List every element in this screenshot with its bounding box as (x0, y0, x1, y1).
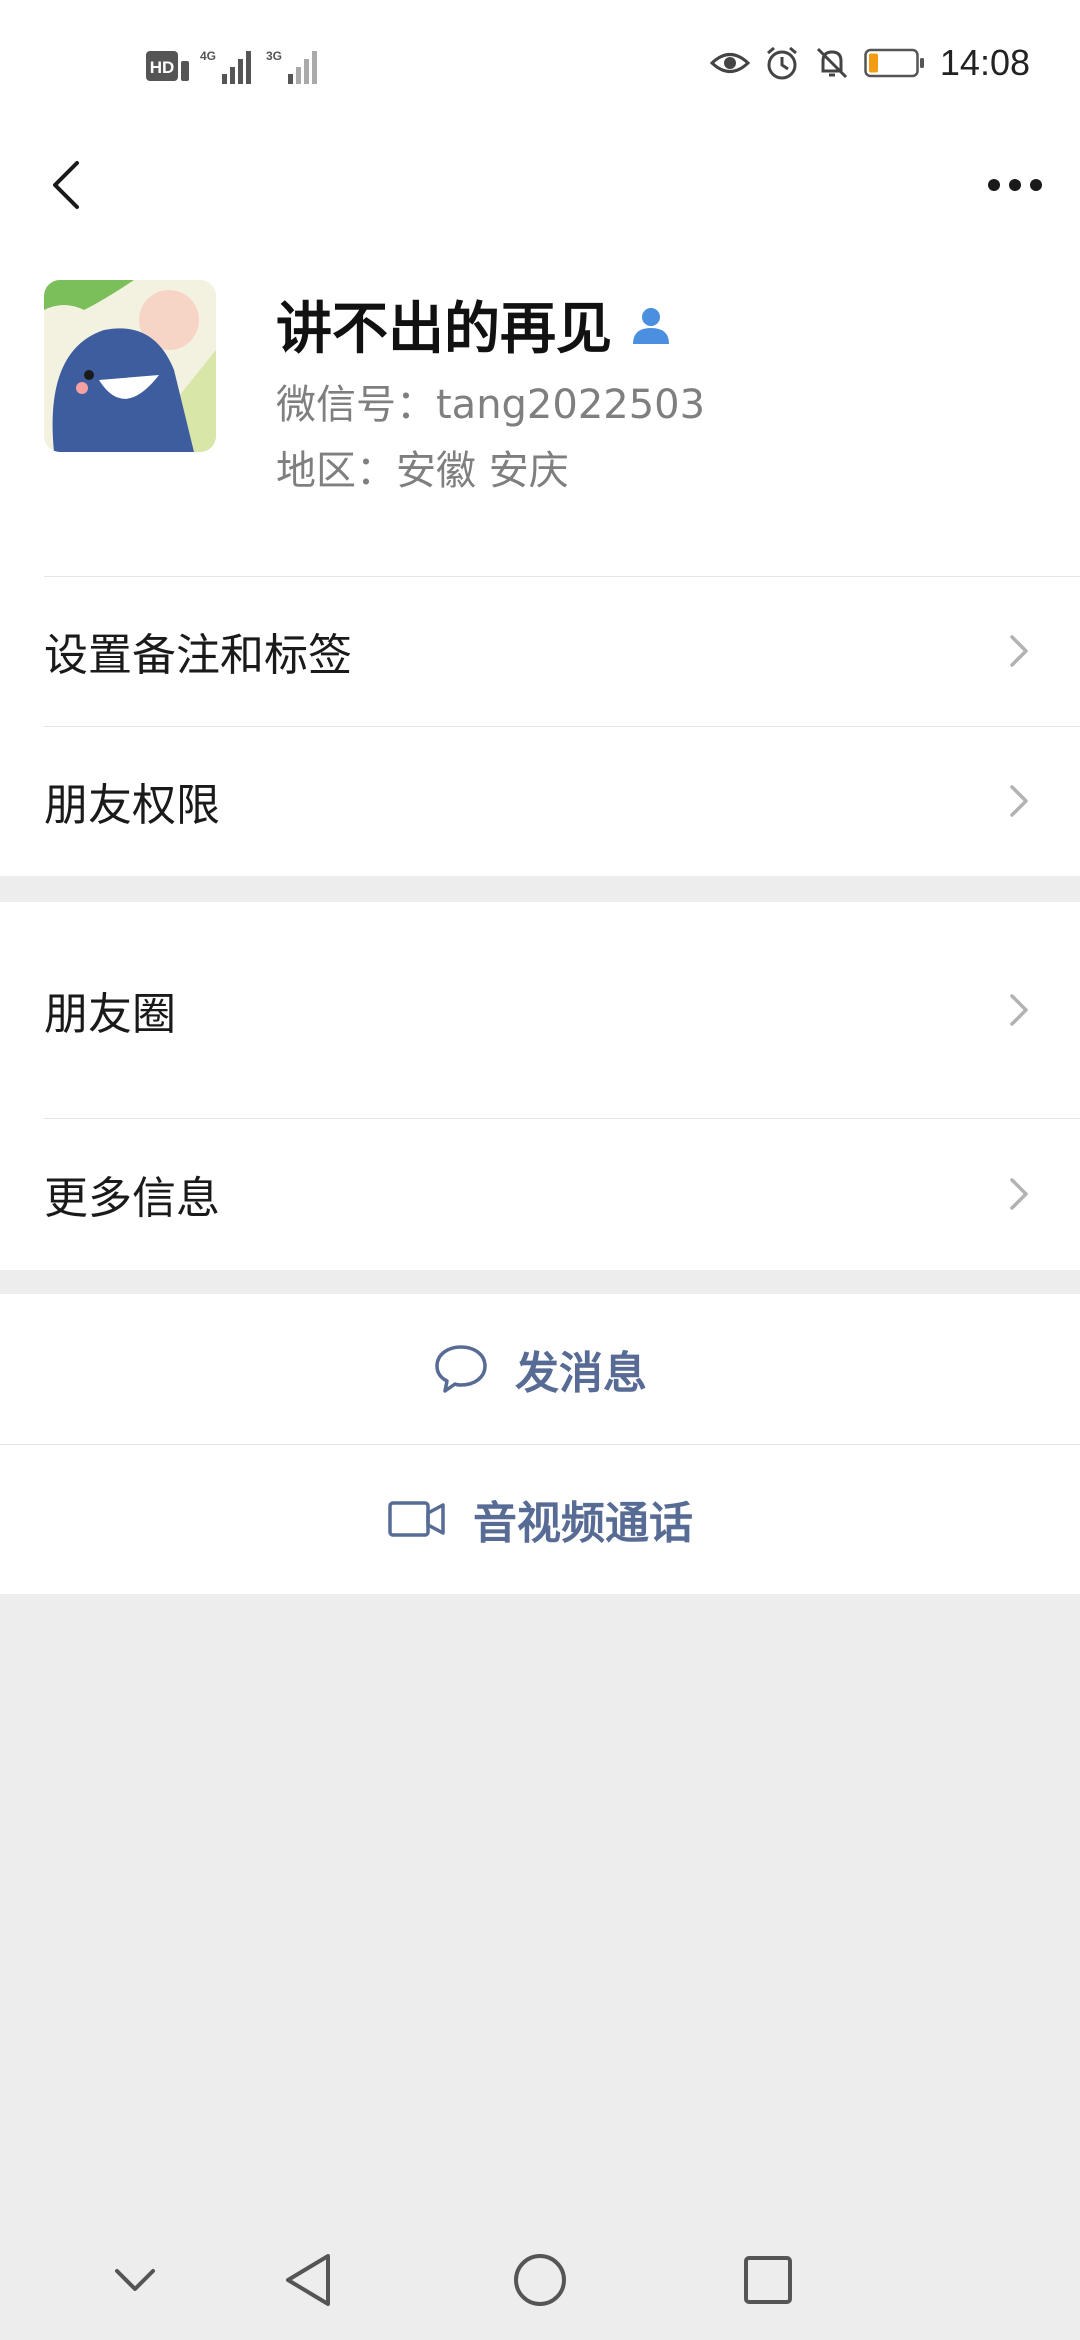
system-navigation-bar (0, 2220, 1080, 2340)
menu-item-moments[interactable]: 朋友圈 (0, 902, 1080, 1118)
shark-avatar-image (44, 280, 216, 452)
hd-icon: HD (146, 51, 189, 81)
system-back-button[interactable] (268, 2240, 348, 2320)
menu-item-remark-tags[interactable]: 设置备注和标签 (0, 576, 1080, 726)
menu-group-settings: 设置备注和标签 朋友权限 (0, 576, 1080, 876)
signal-4g-icon: 4G (200, 49, 251, 84)
wechat-id: 微信号：tang2022503 (276, 382, 706, 428)
svg-text:HD: HD (150, 58, 175, 77)
system-indicators: 14:08 (709, 42, 1030, 84)
chevron-right-icon (1010, 1178, 1028, 1210)
contact-name-row: 讲不出的再见 (276, 284, 672, 365)
chat-bubble-icon (435, 1345, 487, 1393)
send-message-button[interactable]: 发消息 (0, 1294, 1080, 1444)
menu-item-more-info[interactable]: 更多信息 (0, 1118, 1080, 1270)
menu-item-label: 朋友圈 (44, 989, 176, 1040)
chevron-right-icon (1010, 785, 1028, 817)
alarm-icon (766, 46, 797, 80)
contact-name: 讲不出的再见 (276, 297, 612, 362)
hide-keyboard-button[interactable] (95, 2240, 175, 2320)
battery-icon (864, 48, 924, 78)
status-bar: HD 4G 3G 14:08 (0, 0, 1080, 130)
clock-time: 14:08 (939, 42, 1030, 83)
svg-text:4G: 4G (200, 49, 216, 63)
more-options-button[interactable] (970, 150, 1060, 220)
send-message-label: 发消息 (515, 1348, 647, 1399)
video-call-button[interactable]: 音视频通话 (0, 1444, 1080, 1594)
action-group: 发消息 音视频通话 (0, 1294, 1080, 1594)
chevron-down-icon (115, 2269, 155, 2291)
triangle-back-icon (286, 2254, 330, 2306)
top-navigation (0, 130, 1080, 240)
chevron-right-icon (1010, 994, 1028, 1026)
contact-profile-screen: HD 4G 3G 14:08 讲不出的再见 微信号：tang2022503 地区… (0, 0, 1080, 2340)
mute-bell-icon (816, 47, 847, 79)
menu-item-friend-permissions[interactable]: 朋友权限 (0, 726, 1080, 876)
home-button[interactable] (500, 2240, 580, 2320)
video-call-label: 音视频通话 (473, 1498, 693, 1549)
square-recents-icon (744, 2256, 792, 2304)
chevron-right-icon (1010, 635, 1028, 667)
contact-person-icon (633, 307, 669, 344)
back-button[interactable] (30, 150, 100, 220)
region: 地区：安徽 安庆 (276, 448, 569, 494)
menu-item-label: 设置备注和标签 (44, 630, 352, 681)
menu-item-label: 朋友权限 (44, 780, 220, 831)
menu-item-label: 更多信息 (44, 1173, 220, 1224)
eye-icon (709, 53, 750, 73)
signal-3g-icon: 3G (266, 49, 317, 84)
back-chevron-icon (53, 161, 79, 209)
more-dots-icon (988, 179, 1042, 191)
profile-header: 讲不出的再见 微信号：tang2022503 地区：安徽 安庆 (0, 240, 1080, 576)
svg-text:3G: 3G (266, 49, 282, 63)
network-indicators: HD 4G 3G (146, 48, 322, 84)
menu-group-moments: 朋友圈 更多信息 (0, 902, 1080, 1270)
recents-button[interactable] (728, 2240, 808, 2320)
avatar[interactable] (44, 280, 216, 452)
circle-home-icon (514, 2254, 566, 2306)
video-camera-icon (388, 1501, 445, 1537)
